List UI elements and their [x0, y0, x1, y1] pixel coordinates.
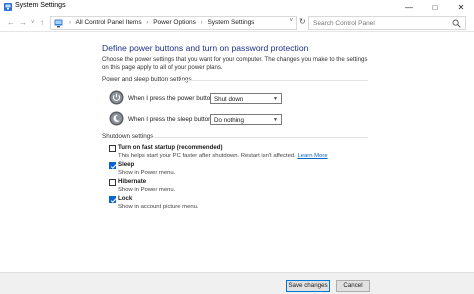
- cancel-button[interactable]: Cancel: [336, 280, 370, 292]
- control-panel-icon: [54, 19, 63, 28]
- sleep-button-label: When I press the sleep button:: [128, 116, 214, 123]
- save-changes-button[interactable]: Save changes: [286, 280, 330, 292]
- minimize-button[interactable]: —: [396, 0, 422, 14]
- address-box[interactable]: › All Control Panel Items › Power Option…: [50, 16, 297, 30]
- sleep-button-action-value: Do nothing: [214, 116, 244, 124]
- forward-arrow-icon[interactable]: →: [19, 18, 27, 28]
- page-title: Define power buttons and turn on passwor…: [102, 43, 309, 53]
- window-title: System Settings: [15, 2, 66, 9]
- section-divider: [152, 137, 368, 138]
- fast-startup-description: This helps start your PC faster after sh…: [118, 153, 328, 159]
- breadcrumb: › All Control Panel Items › Power Option…: [66, 19, 254, 26]
- address-dropdown-icon[interactable]: ˅: [289, 18, 293, 24]
- sleep-button-icon: [109, 111, 124, 126]
- shutdown-section-title: Shutdown settings: [102, 133, 154, 140]
- hibernate-checkbox[interactable]: [109, 179, 116, 186]
- checkmark-icon: [110, 164, 117, 169]
- hibernate-option-description: Show in Power menu.: [118, 187, 176, 193]
- hibernate-option-label[interactable]: Hibernate: [118, 178, 146, 185]
- up-arrow-icon[interactable]: ↑: [40, 18, 44, 28]
- sleep-checkbox[interactable]: [109, 162, 117, 169]
- control-panel-app-icon: [4, 3, 12, 11]
- breadcrumb-power-options[interactable]: Power Options: [153, 19, 196, 26]
- fast-startup-checkbox[interactable]: [109, 145, 116, 152]
- main-content: Define power buttons and turn on passwor…: [0, 32, 474, 272]
- sleep-button-action-select[interactable]: Do nothing ▼: [210, 114, 282, 125]
- section-divider: [180, 80, 368, 81]
- learn-more-link[interactable]: Learn More: [297, 153, 327, 159]
- breadcrumb-separator: ›: [69, 20, 71, 26]
- close-button[interactable]: ✕: [448, 0, 474, 14]
- chevron-down-icon: ▼: [273, 96, 278, 102]
- title-bar: System Settings — □ ✕: [0, 0, 474, 14]
- navigation-bar: ← → ˅ ↑ › All Control Panel Items › Powe…: [0, 14, 474, 32]
- sleep-option-label[interactable]: Sleep: [118, 161, 134, 168]
- breadcrumb-all-control-panel-items[interactable]: All Control Panel Items: [75, 19, 141, 26]
- sleep-option-description: Show in Power menu.: [118, 170, 176, 176]
- footer-bar: Save changes Cancel: [0, 272, 474, 294]
- breadcrumb-separator: ›: [146, 20, 149, 26]
- lock-option-label[interactable]: Lock: [118, 195, 132, 202]
- fast-startup-description-text: This helps start your PC faster after sh…: [118, 153, 296, 159]
- breadcrumb-separator: ›: [200, 20, 203, 26]
- back-arrow-icon[interactable]: ←: [7, 18, 15, 28]
- page-description: Choose the power settings that you want …: [102, 56, 368, 71]
- breadcrumb-system-settings[interactable]: System Settings: [207, 19, 254, 26]
- recent-locations-chevron-icon[interactable]: ˅: [31, 18, 35, 28]
- power-button-action-select[interactable]: Shut down ▼: [210, 93, 282, 104]
- power-button-action-value: Shut down: [214, 95, 244, 103]
- power-button-label: When I press the power button:: [128, 95, 216, 102]
- search-input[interactable]: [313, 18, 448, 29]
- power-section-title: Power and sleep button settings: [102, 76, 192, 83]
- search-box[interactable]: [308, 16, 466, 30]
- chevron-down-icon: ▼: [273, 117, 278, 123]
- search-icon[interactable]: [452, 19, 461, 28]
- power-button-icon: [109, 90, 124, 105]
- checkmark-icon: [110, 198, 117, 203]
- lock-checkbox[interactable]: [109, 196, 117, 203]
- lock-option-description: Show in account picture menu.: [118, 204, 199, 210]
- maximize-button[interactable]: □: [422, 0, 448, 14]
- fast-startup-label[interactable]: Turn on fast startup (recommended): [118, 144, 223, 151]
